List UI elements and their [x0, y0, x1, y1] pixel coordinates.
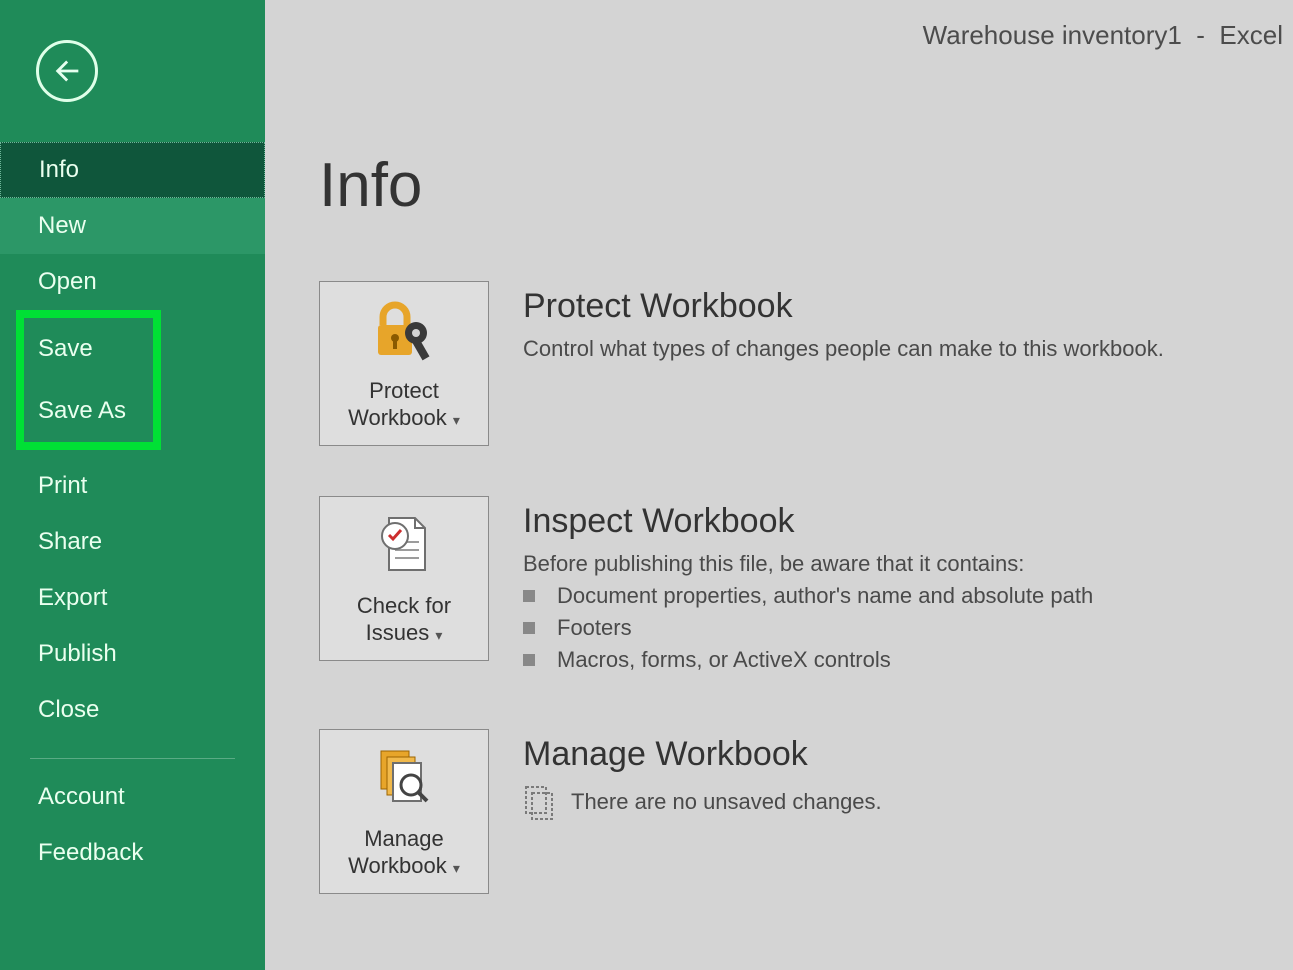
annotation-highlight: Save Save As — [16, 310, 161, 450]
nav-label: Open — [38, 268, 97, 296]
lock-key-icon — [320, 282, 488, 378]
manage-heading: Manage Workbook — [523, 735, 882, 774]
nav-feedback[interactable]: Feedback — [0, 825, 265, 881]
documents-magnifier-icon — [320, 730, 488, 826]
nav-divider — [30, 758, 235, 759]
inspect-desc: Before publishing this file, be aware th… — [523, 551, 1093, 577]
nav-label: Share — [38, 528, 102, 556]
nav-label: Close — [38, 696, 99, 724]
nav-label: New — [38, 212, 86, 240]
tile-label-line2: Issues — [366, 620, 430, 645]
nav-print[interactable]: Print — [0, 458, 265, 514]
nav-close[interactable]: Close — [0, 682, 265, 738]
section-protect: Protect Workbook ▾ Protect Workbook Cont… — [319, 281, 1293, 446]
back-button[interactable] — [36, 40, 98, 102]
document-check-icon — [320, 497, 488, 593]
title-sep: - — [1196, 20, 1205, 50]
nav-label: Print — [38, 472, 87, 500]
nav-label: Publish — [38, 640, 117, 668]
nav-info[interactable]: Info — [0, 142, 265, 198]
backstage-sidebar: Info New Open Save Save As Print Share E… — [0, 0, 265, 970]
nav-new[interactable]: New — [0, 198, 265, 254]
nav-save[interactable]: Save — [24, 318, 153, 380]
title-bar: Warehouse inventory1 - Excel — [923, 20, 1283, 51]
doc-name: Warehouse inventory1 — [923, 20, 1182, 50]
inspect-item: Footers — [523, 615, 1093, 641]
nav-label: Info — [39, 156, 79, 184]
nav-save-as[interactable]: Save As — [24, 380, 153, 442]
tile-label-line1: Protect — [369, 378, 439, 403]
protect-heading: Protect Workbook — [523, 287, 1164, 326]
check-for-issues-button[interactable]: Check for Issues ▾ — [319, 496, 489, 661]
chevron-down-icon: ▾ — [453, 860, 460, 876]
app-name: Excel — [1219, 20, 1283, 50]
manage-desc: There are no unsaved changes. — [571, 789, 882, 815]
tile-label-line2: Workbook — [348, 405, 447, 430]
nav-label: Account — [38, 783, 125, 811]
nav-share[interactable]: Share — [0, 514, 265, 570]
tile-label-line1: Manage — [364, 826, 444, 851]
nav-account[interactable]: Account — [0, 769, 265, 825]
nav-export[interactable]: Export — [0, 570, 265, 626]
manage-workbook-button[interactable]: Manage Workbook ▾ — [319, 729, 489, 894]
document-dashed-icon — [523, 784, 555, 820]
nav-open[interactable]: Open — [0, 254, 265, 310]
tile-label-line1: Check for — [357, 593, 451, 618]
inspect-items: Document properties, author's name and a… — [523, 583, 1093, 673]
nav-label: Feedback — [38, 839, 143, 867]
inspect-heading: Inspect Workbook — [523, 502, 1093, 541]
nav-label: Save As — [38, 397, 126, 425]
chevron-down-icon: ▾ — [453, 412, 460, 428]
tile-label-line2: Workbook — [348, 853, 447, 878]
back-arrow-icon — [50, 54, 84, 88]
nav-label: Save — [38, 335, 93, 363]
inspect-item: Macros, forms, or ActiveX controls — [523, 647, 1093, 673]
nav-label: Export — [38, 584, 107, 612]
section-inspect: Check for Issues ▾ Inspect Workbook Befo… — [319, 496, 1293, 679]
backstage-main: Warehouse inventory1 - Excel Info — [265, 0, 1293, 970]
section-manage: Manage Workbook ▾ Manage Workbook There … — [319, 729, 1293, 894]
nav-publish[interactable]: Publish — [0, 626, 265, 682]
chevron-down-icon: ▾ — [435, 627, 442, 643]
inspect-item: Document properties, author's name and a… — [523, 583, 1093, 609]
protect-desc: Control what types of changes people can… — [523, 336, 1164, 362]
protect-workbook-button[interactable]: Protect Workbook ▾ — [319, 281, 489, 446]
page-title: Info — [319, 150, 1293, 221]
backstage-nav: Info New Open Save Save As Print Share E… — [0, 142, 265, 881]
